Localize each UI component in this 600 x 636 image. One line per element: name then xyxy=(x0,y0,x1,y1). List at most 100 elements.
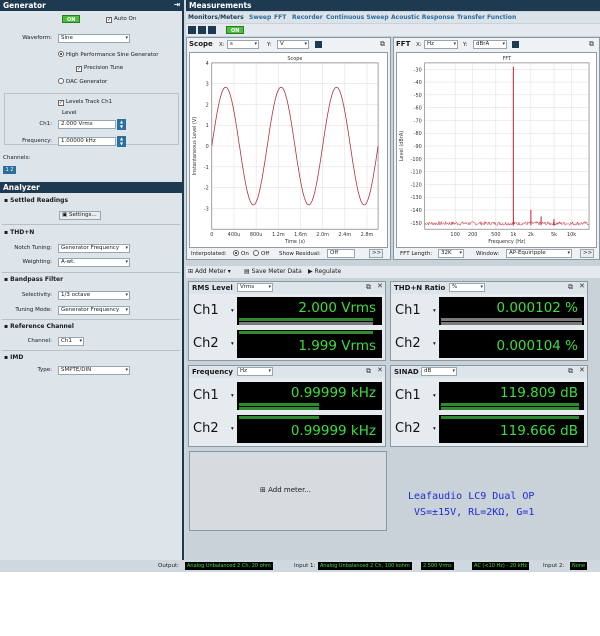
fft-length-select[interactable]: 32K ▾ xyxy=(438,249,464,258)
channels-button[interactable]: 1 2 xyxy=(3,166,16,174)
close-icon[interactable]: ✕ xyxy=(579,282,585,290)
settled-readings-section[interactable]: ▪ Settled Readings xyxy=(4,197,68,204)
dac-radio[interactable]: DAC Generator xyxy=(58,78,107,86)
input1-level[interactable]: 2.500 Vrms xyxy=(421,562,454,570)
popout-icon[interactable]: ⧉ xyxy=(568,283,573,292)
fft-more-button[interactable]: >> xyxy=(580,249,594,258)
precision-tune-checkbox[interactable]: ✓ Precision Tune xyxy=(76,64,123,72)
settings-button[interactable]: ▣ Settings... xyxy=(59,211,101,220)
output-value[interactable]: Analog Unbalanced 2 Ch, 20 ohm xyxy=(185,562,273,570)
rms-unit-select[interactable]: Vrms ▾ xyxy=(237,283,273,292)
tab-monitors-meters[interactable]: Monitors/Meters xyxy=(188,14,244,21)
grid-icon[interactable] xyxy=(198,26,206,34)
generator-on-button[interactable]: ON xyxy=(62,15,81,23)
popout-icon[interactable]: ⧉ xyxy=(380,40,385,49)
imd-section[interactable]: ▪ IMD xyxy=(4,354,23,361)
selectivity-select[interactable]: 1/3 octave ▾ xyxy=(58,291,130,300)
interp-off-radio[interactable]: Off xyxy=(253,250,269,258)
pin-icon[interactable]: ⇥ xyxy=(174,0,180,9)
interp-on-radio[interactable]: On xyxy=(233,250,249,258)
meter-toolbar: ⊞ Add Meter ▾ ▤ Save Meter Data ▶ Regula… xyxy=(186,266,600,278)
y-tick-label: -30 xyxy=(414,67,422,73)
chevron-down-icon[interactable]: ▾ xyxy=(433,340,436,348)
notch-select[interactable]: Generator Frequency ▾ xyxy=(58,244,130,253)
fft-length-label: FFT Length: xyxy=(400,251,433,257)
generator-title: Generator xyxy=(3,1,46,10)
auto-on-checkbox[interactable]: ✓ Auto On xyxy=(106,15,136,23)
close-icon[interactable]: ✕ xyxy=(377,282,383,290)
ch1-level-input[interactable]: 2.000 Vrms xyxy=(58,120,116,129)
thdn-unit-select[interactable]: % ▾ xyxy=(449,283,485,292)
level-bar xyxy=(239,407,319,410)
divider xyxy=(2,224,180,225)
sinad-unit-select[interactable]: dB ▾ xyxy=(421,367,457,376)
show-residual-select[interactable]: Off xyxy=(327,249,355,258)
regulate-button[interactable]: ▶ Regulate xyxy=(308,266,341,278)
tuning-mode-select[interactable]: Generator Frequency ▾ xyxy=(58,306,130,315)
bandpass-section[interactable]: ▪ Bandpass Filter xyxy=(4,276,63,283)
scope-more-button[interactable]: >> xyxy=(369,249,383,258)
input1-coupling[interactable]: AC (<10 Hz) - 20 kHz xyxy=(472,562,530,570)
scope-plot[interactable]: Scope -3 -2 -1 0 1 2 3 4 0 400u 800u 1.2m 1.6m 2.0m 2.4… xyxy=(189,52,388,248)
reference-channel-section[interactable]: ▪ Reference Channel xyxy=(4,323,74,330)
chevron-down-icon[interactable]: ▾ xyxy=(231,340,234,348)
tab-recorder[interactable]: Recorder xyxy=(292,14,323,21)
channels-label: Channels: xyxy=(3,155,31,161)
save-meter-data-button[interactable]: ▤ Save Meter Data xyxy=(244,266,302,278)
meter-header: Frequency Hz ▾ ⧉ ✕ xyxy=(189,366,385,378)
close-icon[interactable]: ✕ xyxy=(377,366,383,374)
tab-acoustic-response[interactable]: Acoustic Response xyxy=(391,14,454,21)
scope-x-unit-select[interactable]: s ▾ xyxy=(227,40,259,49)
popout-icon[interactable]: ⧉ xyxy=(589,40,594,49)
frequency-stepper[interactable]: ▲ ▼ xyxy=(117,136,126,147)
measurements-on-button[interactable]: ON xyxy=(226,26,245,34)
chevron-down-icon[interactable]: ▾ xyxy=(433,307,436,315)
chevron-down-icon[interactable]: ▾ xyxy=(433,392,436,400)
window-select[interactable]: AP-Equiripple ▾ xyxy=(506,249,572,258)
add-meter-panel[interactable]: ⊞ Add meter... xyxy=(189,451,387,531)
layout-icon[interactable] xyxy=(188,26,196,34)
popout-icon[interactable]: ⧉ xyxy=(366,283,371,292)
imd-type-select[interactable]: SMPTE/DIN ▾ xyxy=(58,366,130,375)
waveform-select[interactable]: Sine ▾ xyxy=(58,34,130,43)
meter-row-ch1: Ch1 ▾ 0.99999 kHz xyxy=(189,380,385,413)
imd-label: IMD xyxy=(10,354,24,361)
y-tick-label: -130 xyxy=(411,195,422,201)
popout-icon[interactable]: ⧉ xyxy=(366,367,371,376)
frequency-unit-select[interactable]: Hz ▾ xyxy=(237,367,273,376)
hp-sine-radio[interactable]: High Performance Sine Generator xyxy=(58,51,159,59)
tab-continuous-sweep[interactable]: Continuous Sweep xyxy=(326,14,389,21)
ch1-level-stepper[interactable]: ▲ ▼ xyxy=(117,119,126,130)
divider xyxy=(2,319,180,320)
tab-fft[interactable]: FFT xyxy=(274,14,286,21)
chevron-down-icon[interactable]: ▾ xyxy=(231,392,234,400)
scope-y-unit-select[interactable]: V ▾ xyxy=(277,40,309,49)
levels-track-checkbox[interactable]: ✓ Levels Track Ch1 xyxy=(58,98,112,106)
close-icon[interactable]: ✕ xyxy=(579,366,585,374)
add-meter-big-button[interactable]: ⊞ Add meter... xyxy=(260,486,311,494)
input2-value[interactable]: None xyxy=(570,562,588,570)
tab-sweep[interactable]: Sweep xyxy=(249,14,271,21)
zoom-icon[interactable] xyxy=(315,41,322,48)
fft-y-unit-select[interactable]: dBrA ▾ xyxy=(473,40,507,49)
channel-select[interactable]: Ch1 ▾ xyxy=(58,337,84,346)
thdn-section[interactable]: ▪ THD+N xyxy=(4,229,34,236)
weighting-select[interactable]: A-wt. ▾ xyxy=(58,258,130,267)
fft-chart-title: FFT xyxy=(503,56,513,62)
chevron-down-icon[interactable]: ▾ xyxy=(231,425,234,433)
meter-value: 0.99999 kHz xyxy=(290,423,376,439)
tab-transfer-function[interactable]: Transfer Function xyxy=(457,14,516,21)
chevron-down-icon[interactable]: ▾ xyxy=(433,425,436,433)
meter-value: 0.000102 % xyxy=(496,300,578,316)
popout-icon[interactable]: ⧉ xyxy=(568,367,573,376)
x-tick-label: 800u xyxy=(250,232,263,238)
fft-x-unit-select[interactable]: Hz ▾ xyxy=(424,40,458,49)
zoom-icon[interactable] xyxy=(512,41,519,48)
input1-value[interactable]: Analog Unbalanced 2 Ch, 100 kohm xyxy=(318,562,412,570)
waveform-label: Waveform: xyxy=(22,35,52,41)
fft-plot[interactable]: FFT -30 -40 -50 -60 -70 -80 -90 -100 -110 -120 -130… xyxy=(396,52,597,248)
frequency-input[interactable]: 1.00000 kHz xyxy=(58,137,116,146)
chevron-down-icon[interactable]: ▾ xyxy=(231,307,234,315)
add-meter-button[interactable]: ⊞ Add Meter ▾ xyxy=(188,266,231,278)
chart-icon[interactable] xyxy=(208,26,216,34)
